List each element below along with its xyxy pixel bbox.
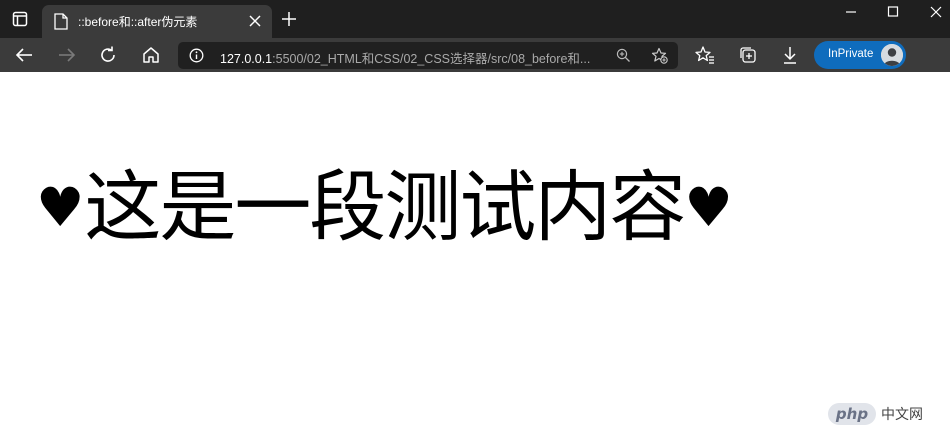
maximize-icon[interactable] [882,4,904,20]
collections-icon[interactable] [738,45,758,65]
forward-arrow-icon[interactable] [56,44,78,66]
close-tab-icon[interactable] [248,14,262,28]
url-text: 127.0.0.1:5500/02_HTML和CSS/02_CSS选择器/src… [220,48,590,67]
downloads-icon[interactable] [780,45,800,65]
home-icon[interactable] [140,44,162,66]
watermark-text: 中文网 [881,406,923,422]
heart-before: ♥ [36,176,85,239]
heart-after: ♥ [684,176,733,239]
watermark: php 中文网 [828,402,923,426]
new-tab-icon[interactable] [281,11,297,27]
address-bar[interactable]: 127.0.0.1:5500/02_HTML和CSS/02_CSS选择器/src… [178,42,678,69]
back-arrow-icon[interactable] [13,44,35,66]
test-text: 这是一段测试内容 [84,163,686,253]
tab-actions-icon[interactable] [10,9,30,29]
page-favicon-icon [54,13,68,30]
zoom-icon[interactable] [616,48,631,63]
active-tab[interactable]: ::before和::after伪元素 [42,5,272,38]
watermark-logo: php [828,403,876,425]
avatar [881,44,903,66]
browser-toolbar: 127.0.0.1:5500/02_HTML和CSS/02_CSS选择器/src… [0,38,950,72]
minimize-icon[interactable] [840,4,862,20]
url-path: :5500/02_HTML和CSS/02_CSS选择器/src/08_befor… [272,52,591,66]
site-info-icon[interactable] [189,48,204,63]
page-content: ♥ 这是一段测试内容 ♥ [0,72,950,448]
tab-title: ::before和::after伪元素 [78,15,198,29]
test-paragraph: ♥ 这是一段测试内容 ♥ [36,168,733,248]
url-host: 127.0.0.1 [220,52,273,66]
favorites-icon[interactable] [695,45,715,65]
close-window-icon[interactable] [925,4,947,20]
inprivate-button[interactable]: InPrivate [814,41,906,69]
add-favorite-icon[interactable] [651,47,668,64]
inprivate-label: InPrivate [828,48,874,60]
refresh-icon[interactable] [97,44,119,66]
title-bar: ::before和::after伪元素 [0,0,950,38]
